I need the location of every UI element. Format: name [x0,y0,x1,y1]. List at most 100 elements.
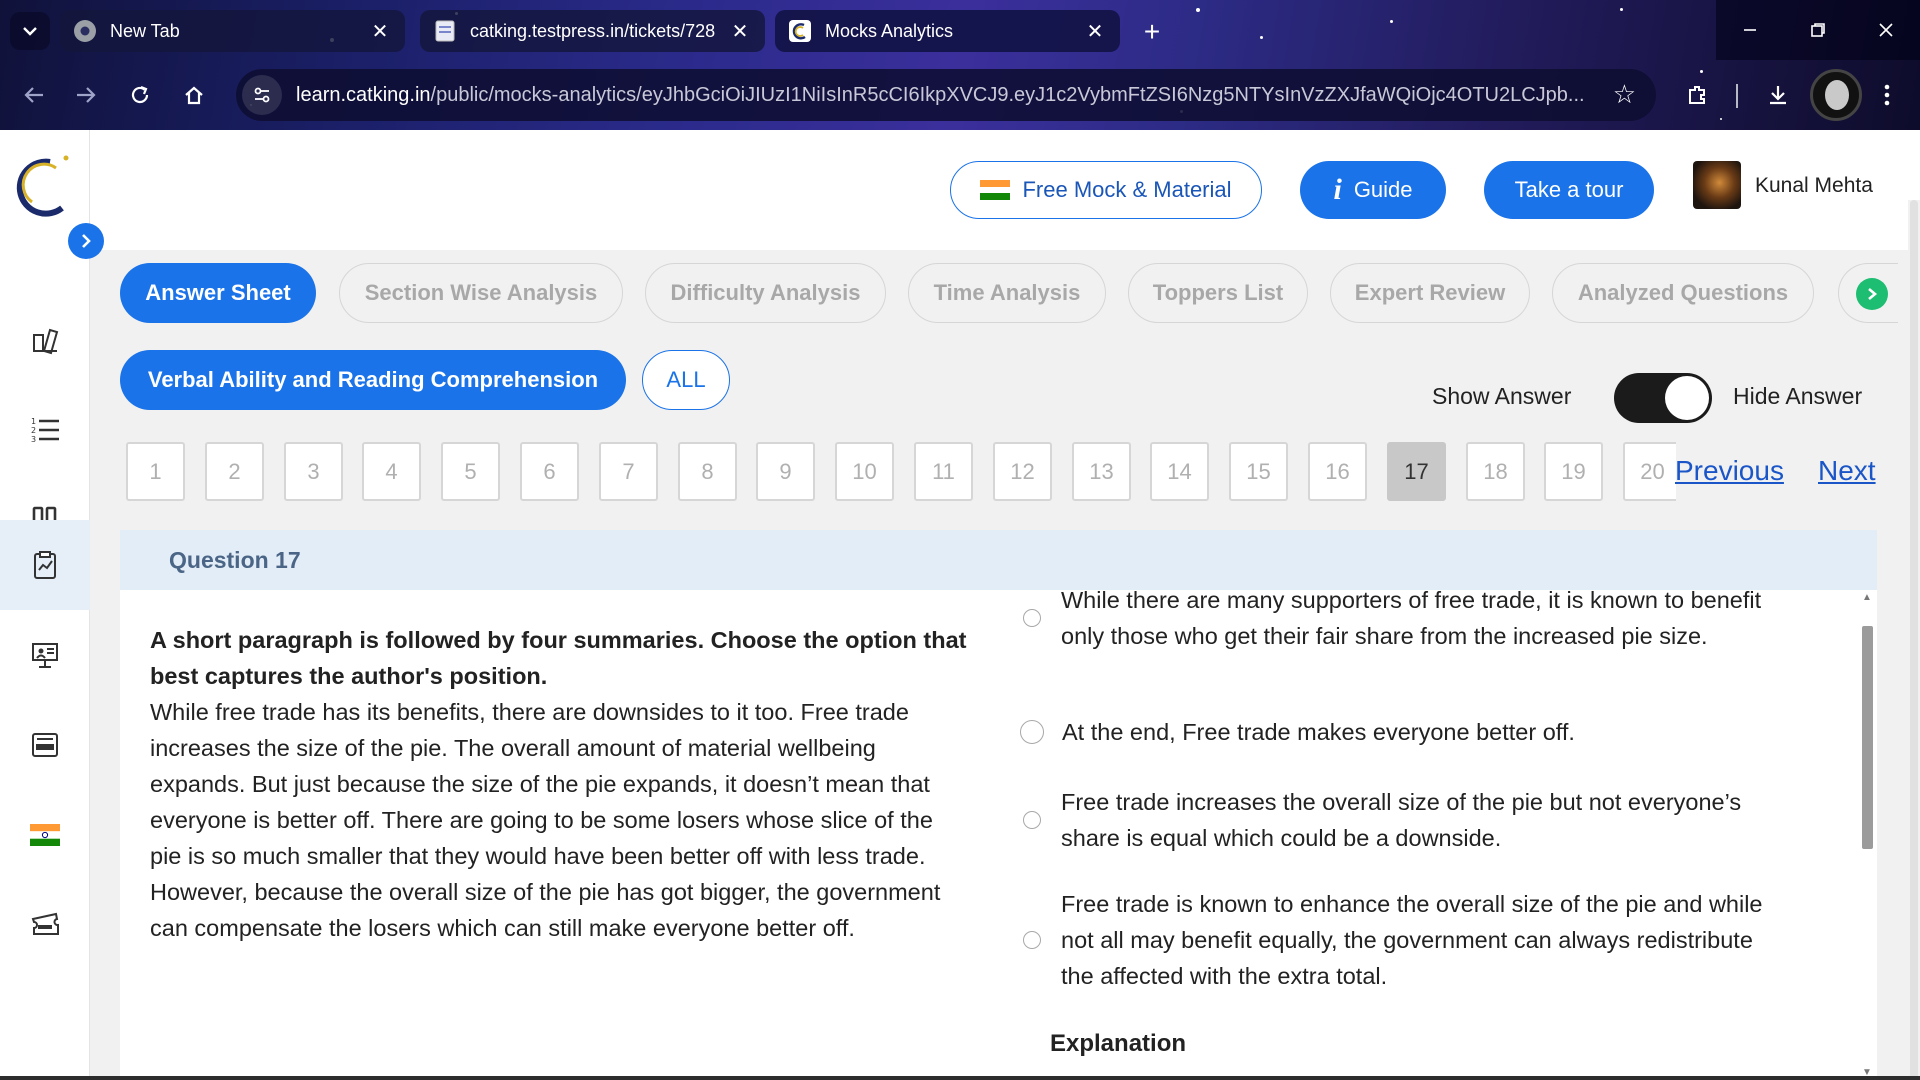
sidebar-item-tickets[interactable] [0,880,90,970]
section-all[interactable]: ALL [642,350,730,410]
chrome-icon [74,20,96,42]
left-sidebar: 123 [0,130,104,1080]
browser-tab-mocks-analytics[interactable]: Mocks Analytics ✕ [775,10,1120,52]
sidebar-item-ebook[interactable] [0,700,90,790]
page-scrollbar[interactable] [1908,200,1920,1080]
tab-title: Mocks Analytics [825,20,954,41]
sidebar-item-india[interactable] [0,790,90,880]
option-3[interactable]: Free trade increases the overall size of… [1020,784,1780,856]
option-4[interactable]: Free trade is known to enhance the overa… [1020,886,1780,994]
free-mock-label: Free Mock & Material [1022,177,1232,202]
question-number-button[interactable]: 15 [1229,442,1288,501]
previous-question-link[interactable]: Previous [1675,455,1784,487]
question-number-button[interactable]: 18 [1466,442,1525,501]
question-number-button[interactable]: 7 [599,442,658,501]
svg-text:1: 1 [31,417,36,426]
question-number-button[interactable]: 8 [678,442,737,501]
question-number-button[interactable]: 9 [756,442,815,501]
tab-expert-review[interactable]: Expert Review [1330,263,1530,323]
take-a-tour-button[interactable]: Take a tour [1484,161,1654,219]
question-number-button[interactable]: 20 [1623,442,1676,501]
question-number-button-current[interactable]: 17 [1387,442,1446,501]
tab-search-button[interactable] [10,12,50,50]
new-tab-button[interactable]: + [1134,14,1170,50]
tab-time-analysis[interactable]: Time Analysis [908,263,1106,323]
sidebar-item-list[interactable]: 123 [0,385,90,475]
download-icon[interactable] [1756,73,1800,117]
forward-icon[interactable] [64,73,108,117]
close-window-icon[interactable] [1852,0,1920,60]
scroll-up-arrow-icon[interactable]: ▲ [1862,592,1872,603]
next-question-link[interactable]: Next [1818,455,1876,487]
tab-analyzed-questions[interactable]: Analyzed Questions [1552,263,1814,323]
browser-menu-icon[interactable] [1865,73,1909,117]
info-icon: i [1333,173,1342,206]
question-number-button[interactable]: 4 [362,442,421,501]
radio-button[interactable] [1020,720,1044,744]
question-number-button[interactable]: 3 [284,442,343,501]
tab-toppers-list[interactable]: Toppers List [1128,263,1308,323]
question-number-button[interactable]: 6 [520,442,579,501]
scrollbar-thumb[interactable] [1862,626,1873,849]
india-flag-icon [30,820,60,850]
bookmark-star-icon[interactable]: ☆ [1613,79,1636,110]
restore-icon[interactable] [1784,0,1852,60]
question-number-button[interactable]: 2 [205,442,264,501]
question-number-strip: 1 2 3 4 5 6 7 8 9 10 11 12 13 14 15 16 1… [126,442,1676,504]
question-number-button[interactable]: 16 [1308,442,1367,501]
option-1[interactable]: While there are many supporters of free … [1020,590,1780,654]
address-bar[interactable]: learn.catking.in/public/mocks-analytics/… [236,69,1656,121]
close-icon[interactable]: ✕ [1084,19,1106,44]
sidebar-item-analytics[interactable] [0,520,90,610]
options-scrollbar[interactable]: ▲ ▼ [1858,590,1877,1080]
option-text: While there are many supporters of free … [1061,590,1762,649]
question-number-button[interactable]: 14 [1150,442,1209,501]
close-icon[interactable]: ✕ [729,19,751,44]
site-info-icon[interactable] [242,75,282,115]
browser-profile-avatar[interactable] [1810,69,1862,121]
answer-visibility-toggle[interactable] [1614,373,1712,423]
user-name[interactable]: Kunal Mehta [1755,174,1873,198]
section-verbal-ability[interactable]: Verbal Ability and Reading Comprehension [120,350,626,410]
tab-strip: New Tab ✕ catking.testpress.in/tickets/7… [0,0,1920,60]
india-flag-icon [980,180,1011,201]
tab-answer-sheet[interactable]: Answer Sheet [120,263,316,323]
url-text: learn.catking.in/public/mocks-analytics/… [296,83,1585,106]
sidebar-item-courses[interactable] [0,295,90,385]
minimize-icon[interactable] [1716,0,1784,60]
back-icon[interactable] [12,73,56,117]
catking-logo[interactable] [10,150,72,220]
sidebar-item-live-class[interactable] [0,610,90,700]
tab-difficulty-analysis[interactable]: Difficulty Analysis [645,263,886,323]
question-number-button[interactable]: 10 [835,442,894,501]
sidebar-expand-button[interactable] [68,223,104,259]
radio-button[interactable] [1023,811,1041,829]
guide-button[interactable]: i Guide [1300,161,1446,219]
question-number-button[interactable]: 19 [1544,442,1603,501]
close-icon[interactable]: ✕ [369,19,391,44]
user-avatar[interactable] [1693,161,1741,209]
reload-icon[interactable] [118,73,162,117]
extensions-icon[interactable] [1676,73,1720,117]
svg-text:2: 2 [31,426,36,435]
question-number-button[interactable]: 5 [441,442,500,501]
radio-button[interactable] [1023,931,1041,949]
explanation-heading: Explanation [1050,1030,1187,1057]
page-scrollbar-thumb[interactable] [1910,200,1918,1080]
question-number-button[interactable]: 12 [993,442,1052,501]
question-card: Question 17 A short paragraph is followe… [120,530,1877,1080]
radio-button[interactable] [1023,609,1041,627]
option-2[interactable]: At the end, Free trade makes everyone be… [1020,714,1780,750]
question-number-button[interactable]: 11 [914,442,973,501]
question-number-button[interactable]: 13 [1072,442,1131,501]
free-mock-material-button[interactable]: Free Mock & Material [950,161,1262,219]
question-header: Question 17 [120,530,1877,590]
home-icon[interactable] [172,73,216,117]
question-number-button[interactable]: 1 [126,442,185,501]
browser-tab-tickets[interactable]: catking.testpress.in/tickets/728 ✕ [420,10,765,52]
chevron-right-icon [1856,278,1888,310]
browser-tab-new-tab[interactable]: New Tab ✕ [60,10,405,52]
tab-section-wise-analysis[interactable]: Section Wise Analysis [339,263,623,323]
answer-options: While there are many supporters of free … [1020,590,1780,1080]
tabs-scroll-right-button[interactable] [1838,263,1898,323]
